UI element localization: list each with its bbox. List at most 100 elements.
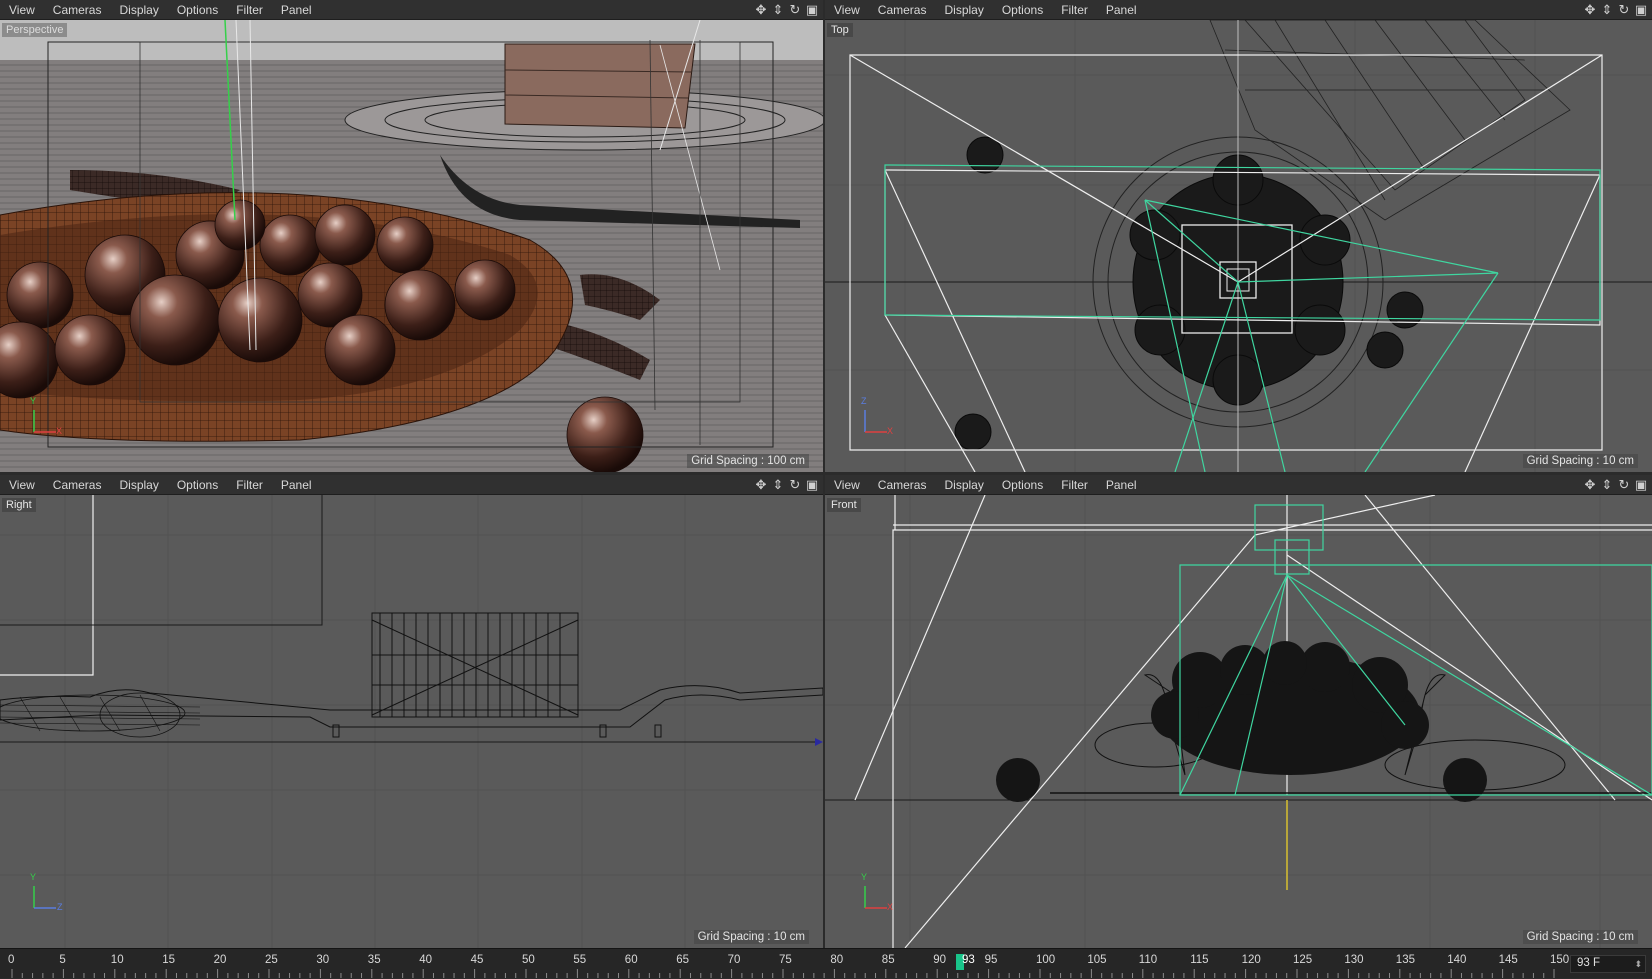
timeline-tick-label: 105	[1087, 954, 1107, 966]
axis-x-label: X	[887, 902, 894, 912]
viewport-menu-bar: View Cameras Display Options Filter Pane…	[825, 475, 1652, 495]
menu-options[interactable]: Options	[168, 475, 227, 495]
viewport-menu-bar: View Cameras Display Options Filter Pane…	[825, 0, 1652, 20]
menu-cameras[interactable]: Cameras	[44, 0, 111, 20]
menu-panel[interactable]: Panel	[1097, 475, 1146, 495]
viewport-right[interactable]: View Cameras Display Options Filter Pane…	[0, 475, 823, 948]
menu-filter[interactable]: Filter	[1052, 0, 1097, 20]
timeline-tick-label: 50	[522, 954, 535, 966]
move-icon[interactable]: ✥	[1583, 2, 1597, 18]
maximize-icon[interactable]: ▣	[1634, 477, 1648, 493]
timeline-tick-label: 115	[1190, 954, 1209, 966]
axis-gizmo: Y Z	[24, 872, 68, 914]
viewport-canvas[interactable]: Perspective Y X Grid Spacing : 100 cm	[0, 20, 823, 472]
viewport-label: Front	[827, 498, 861, 512]
move-icon[interactable]: ✥	[754, 477, 768, 493]
zoom-icon[interactable]: ⇕	[771, 2, 785, 18]
menu-cameras[interactable]: Cameras	[869, 475, 936, 495]
menu-view[interactable]: View	[825, 475, 869, 495]
axis-x-label: X	[887, 426, 894, 436]
menu-view[interactable]: View	[825, 0, 869, 20]
menu-view[interactable]: View	[0, 475, 44, 495]
rotate-icon[interactable]: ↻	[1617, 477, 1631, 493]
move-icon[interactable]: ✥	[1583, 477, 1597, 493]
timeline[interactable]: 0 5 10 15 20 25 30 35 40 45 50 55 60 65 70 75 80 85 90 93 95…	[0, 948, 1652, 978]
menu-view[interactable]: View	[0, 0, 44, 20]
grid-spacing: Grid Spacing : 10 cm	[1522, 454, 1638, 468]
timeline-tick-label: 5	[59, 954, 66, 966]
axis-y-label: Y	[30, 396, 37, 406]
timeline-tick-label: 55	[573, 954, 587, 966]
menu-display[interactable]: Display	[935, 475, 992, 495]
viewport-grid: View Cameras Display Options Filter Pane…	[0, 0, 1652, 948]
timeline-tick-label: 93	[962, 954, 975, 966]
menu-panel[interactable]: Panel	[1097, 0, 1146, 20]
timeline-tick-label: 90	[933, 954, 946, 966]
viewport-label: Top	[827, 23, 853, 37]
perspective-scene	[0, 20, 823, 472]
menu-filter[interactable]: Filter	[1052, 475, 1097, 495]
timeline-tick-label: 85	[881, 954, 895, 966]
menu-display[interactable]: Display	[110, 475, 167, 495]
timeline-tick-label: 150	[1550, 954, 1570, 966]
menu-options[interactable]: Options	[168, 0, 227, 20]
menu-filter[interactable]: Filter	[227, 0, 272, 20]
menu-cameras[interactable]: Cameras	[44, 475, 111, 495]
viewport-canvas[interactable]: Front Y X Grid Spacing : 10 cm	[825, 495, 1652, 948]
current-frame-field[interactable]: 93 F ⬍	[1570, 955, 1646, 973]
viewport-canvas[interactable]: Right Y Z Grid Spacing : 10 cm	[0, 495, 823, 948]
timeline-tick-label: 35	[367, 954, 381, 966]
menu-panel[interactable]: Panel	[272, 0, 321, 20]
rotate-icon[interactable]: ↻	[1617, 2, 1631, 18]
front-scene	[825, 495, 1652, 948]
menu-options[interactable]: Options	[993, 0, 1052, 20]
timeline-tick-label: 120	[1241, 954, 1261, 966]
timeline-tick-label: 40	[419, 954, 432, 966]
top-scene	[825, 20, 1652, 472]
menu-display[interactable]: Display	[935, 0, 992, 20]
maximize-icon[interactable]: ▣	[805, 2, 819, 18]
timeline-tick-label: 95	[984, 954, 998, 966]
timeline-tick-label: 145	[1498, 954, 1518, 966]
timeline-tick-label: 70	[727, 954, 741, 966]
grid-spacing: Grid Spacing : 10 cm	[693, 930, 809, 944]
timeline-tick-label: 15	[162, 954, 175, 966]
rotate-icon[interactable]: ↻	[788, 477, 802, 493]
timeline-tick-label: 125	[1293, 954, 1313, 966]
viewport-label: Right	[2, 498, 36, 512]
timeline-tick-label: 0	[8, 954, 15, 966]
timeline-tick-label: 75	[779, 954, 792, 966]
viewport-menu-bar: View Cameras Display Options Filter Pane…	[0, 0, 823, 20]
timeline-tick-label: 10	[110, 954, 124, 966]
menu-panel[interactable]: Panel	[272, 475, 321, 495]
viewport-top[interactable]: View Cameras Display Options Filter Pane…	[825, 0, 1652, 472]
timeline-tick-label: 25	[265, 954, 278, 966]
axis-gizmo: Y X	[855, 872, 895, 914]
maximize-icon[interactable]: ▣	[1634, 2, 1648, 18]
viewport-front[interactable]: View Cameras Display Options Filter Pane…	[825, 475, 1652, 948]
stepper-arrows-icon[interactable]: ⬍	[1634, 956, 1642, 972]
viewport-menu-bar: View Cameras Display Options Filter Pane…	[0, 475, 823, 495]
maximize-icon[interactable]: ▣	[805, 477, 819, 493]
rotate-icon[interactable]: ↻	[788, 2, 802, 18]
timeline-ruler[interactable]: 0 5 10 15 20 25 30 35 40 45 50 55 60 65 70 75 80 85 90 93 95…	[0, 949, 1569, 979]
viewport-canvas[interactable]: Top Z X Grid Spacing : 10 cm	[825, 20, 1652, 472]
timeline-tick-label: 80	[830, 954, 844, 966]
menu-options[interactable]: Options	[993, 475, 1052, 495]
zoom-icon[interactable]: ⇕	[1600, 2, 1614, 18]
axis-y-label: Y	[30, 872, 37, 882]
zoom-icon[interactable]: ⇕	[1600, 477, 1614, 493]
viewport-perspective[interactable]: View Cameras Display Options Filter Pane…	[0, 0, 823, 472]
grid-spacing: Grid Spacing : 100 cm	[687, 454, 809, 468]
timeline-tick-label: 130	[1344, 954, 1364, 966]
axis-gizmo: Z X	[855, 396, 895, 438]
timeline-tick-label: 140	[1447, 954, 1467, 966]
menu-display[interactable]: Display	[110, 0, 167, 20]
menu-filter[interactable]: Filter	[227, 475, 272, 495]
right-scene	[0, 495, 823, 948]
menu-cameras[interactable]: Cameras	[869, 0, 936, 20]
current-frame-value: 93 F	[1577, 957, 1601, 969]
zoom-icon[interactable]: ⇕	[771, 477, 785, 493]
axis-x-label: X	[56, 426, 63, 436]
move-icon[interactable]: ✥	[754, 2, 768, 18]
